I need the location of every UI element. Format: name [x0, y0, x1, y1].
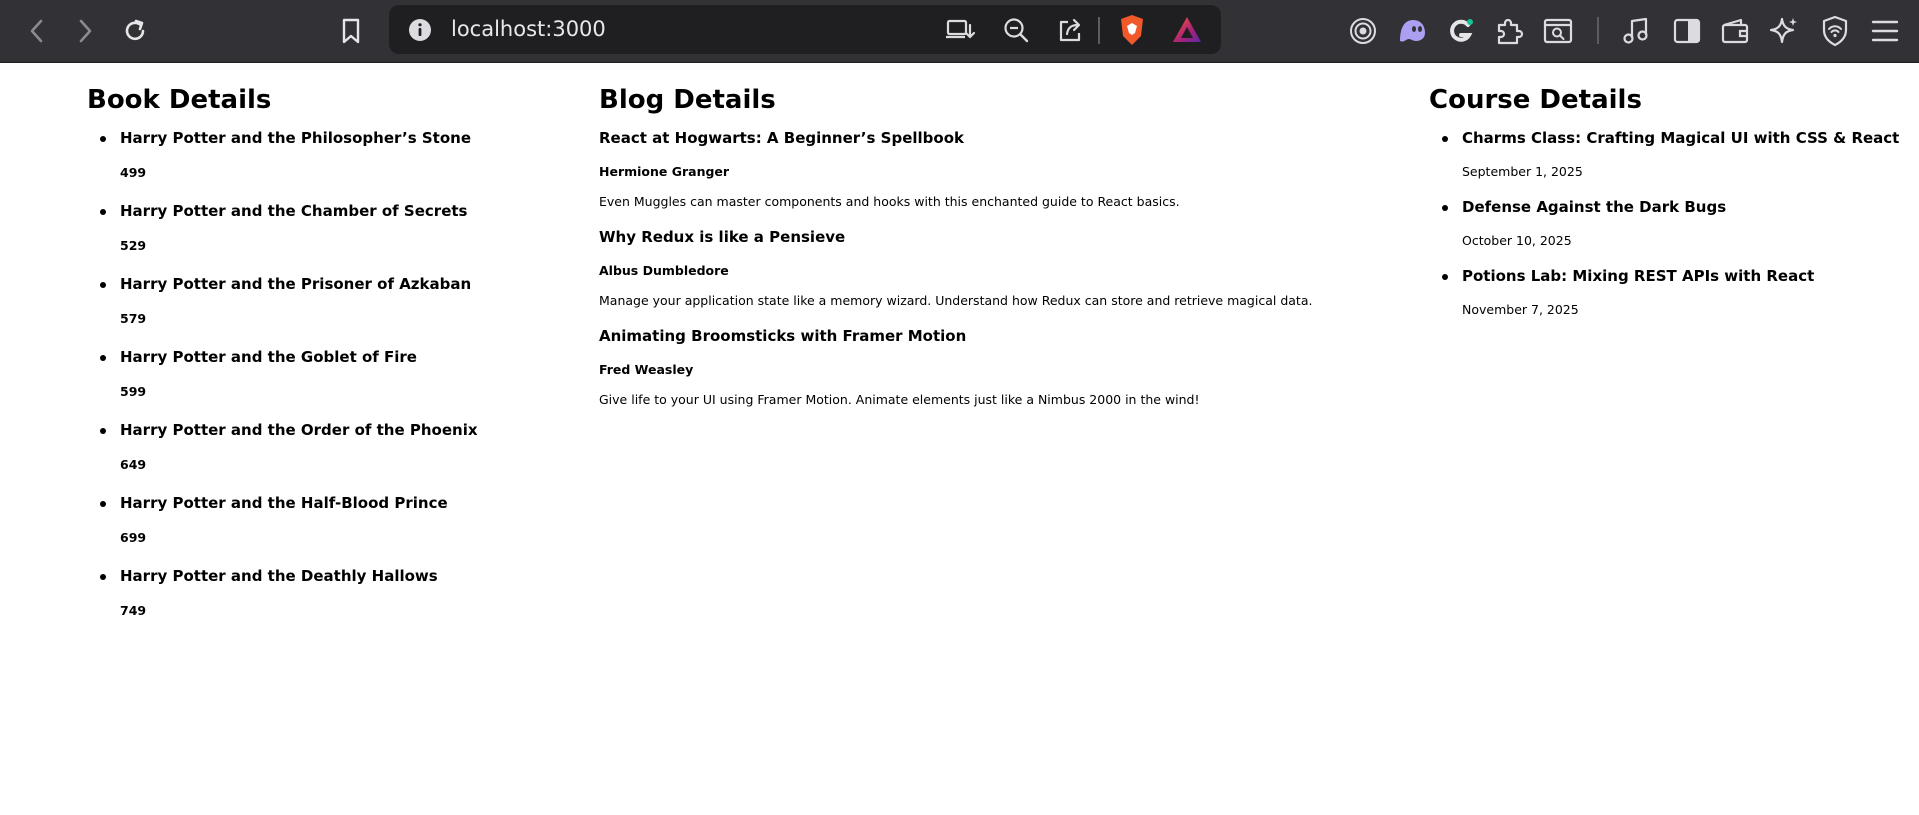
- leo-ai-icon[interactable]: [1765, 12, 1803, 50]
- course-details-heading: Course Details: [1429, 85, 1642, 115]
- zoom-out-icon[interactable]: [999, 13, 1033, 47]
- blog-description: Give life to your UI using Framer Motion…: [599, 392, 1200, 407]
- blog-item: Why Redux is like a Pensieve Albus Dumbl…: [599, 227, 1312, 326]
- course-date: September 1, 2025: [1462, 164, 1583, 179]
- brave-rewards-icon[interactable]: [1170, 13, 1204, 47]
- blog-details-section: Blog Details React at Hogwarts: A Beginn…: [599, 83, 1312, 425]
- bookmark-icon[interactable]: [332, 12, 370, 50]
- book-item: Harry Potter and the Goblet of Fire 599: [87, 347, 478, 420]
- share-icon[interactable]: [1053, 13, 1087, 47]
- course-date: November 7, 2025: [1462, 302, 1579, 317]
- book-price: 579: [120, 311, 147, 326]
- book-price: 529: [120, 238, 147, 253]
- site-info-icon[interactable]: [403, 13, 437, 47]
- course-details-section: Course Details Charms Class: Crafting Ma…: [1429, 83, 1899, 335]
- menu-icon[interactable]: [1866, 12, 1904, 50]
- course-item: Defense Against the Dark Bugs October 10…: [1429, 197, 1899, 266]
- book-title: Harry Potter and the Half-Blood Prince: [120, 494, 448, 512]
- media-music-icon[interactable]: [1617, 12, 1655, 50]
- blog-title: React at Hogwarts: A Beginner’s Spellboo…: [599, 129, 964, 147]
- blog-description: Even Muggles can master components and h…: [599, 194, 1180, 209]
- book-title: Harry Potter and the Chamber of Secrets: [120, 202, 468, 220]
- book-item: Harry Potter and the Half-Blood Prince 6…: [87, 493, 478, 566]
- blog-title: Why Redux is like a Pensieve: [599, 228, 846, 246]
- blog-title: Animating Broomsticks with Framer Motion: [599, 327, 967, 345]
- course-title: Potions Lab: Mixing REST APIs with React: [1462, 267, 1815, 285]
- book-title: Harry Potter and the Order of the Phoeni…: [120, 421, 478, 439]
- book-item: Harry Potter and the Prisoner of Azkaban…: [87, 274, 478, 347]
- book-price: 599: [120, 384, 147, 399]
- course-list: Charms Class: Crafting Magical UI with C…: [1429, 128, 1899, 335]
- blog-item: Animating Broomsticks with Framer Motion…: [599, 326, 1312, 425]
- blog-author: Albus Dumbledore: [599, 263, 729, 278]
- sidebar-icon[interactable]: [1668, 12, 1706, 50]
- blog-list: React at Hogwarts: A Beginner’s Spellboo…: [599, 128, 1312, 425]
- install-app-icon[interactable]: [943, 13, 977, 47]
- tab-search-icon[interactable]: [1539, 12, 1577, 50]
- book-price: 649: [120, 457, 147, 472]
- book-title: Harry Potter and the Goblet of Fire: [120, 348, 417, 366]
- book-price: 749: [120, 603, 147, 618]
- ghost-extension-icon[interactable]: [1393, 12, 1431, 50]
- wallet-icon[interactable]: [1716, 12, 1754, 50]
- book-item: Harry Potter and the Philosopher’s Stone…: [87, 128, 478, 201]
- back-arrow-icon[interactable]: [18, 12, 56, 50]
- forward-arrow-icon[interactable]: [66, 12, 104, 50]
- course-item: Potions Lab: Mixing REST APIs with React…: [1429, 266, 1899, 335]
- book-item: Harry Potter and the Deathly Hallows 749: [87, 566, 478, 639]
- book-price: 699: [120, 530, 147, 545]
- book-title: Harry Potter and the Prisoner of Azkaban: [120, 275, 472, 293]
- blog-author: Hermione Granger: [599, 164, 730, 179]
- book-item: Harry Potter and the Order of the Phoeni…: [87, 420, 478, 493]
- blog-author: Fred Weasley: [599, 362, 694, 377]
- course-title: Defense Against the Dark Bugs: [1462, 198, 1727, 216]
- blog-item: React at Hogwarts: A Beginner’s Spellboo…: [599, 128, 1312, 227]
- book-price: 499: [120, 165, 147, 180]
- browser-toolbar: localhost:3000: [0, 0, 1919, 63]
- book-title: Harry Potter and the Deathly Hallows: [120, 567, 438, 585]
- url-text[interactable]: localhost:3000: [451, 5, 606, 54]
- omnibox-separator: [1098, 17, 1100, 44]
- book-item: Harry Potter and the Chamber of Secrets …: [87, 201, 478, 274]
- vpn-shield-icon[interactable]: [1816, 12, 1854, 50]
- book-list: Harry Potter and the Philosopher’s Stone…: [87, 128, 478, 639]
- course-item: Charms Class: Crafting Magical UI with C…: [1429, 128, 1899, 197]
- book-title: Harry Potter and the Philosopher’s Stone: [120, 129, 471, 147]
- tor-icon[interactable]: [1344, 12, 1382, 50]
- course-date: October 10, 2025: [1462, 233, 1572, 248]
- book-details-section: Book Details Harry Potter and the Philos…: [87, 83, 478, 639]
- book-details-heading: Book Details: [87, 85, 272, 115]
- grammarly-icon[interactable]: [1442, 12, 1480, 50]
- reload-icon[interactable]: [116, 12, 154, 50]
- brave-shields-icon[interactable]: [1115, 13, 1149, 47]
- toolbar-separator: [1597, 17, 1599, 44]
- blog-details-heading: Blog Details: [599, 85, 776, 115]
- address-bar[interactable]: localhost:3000: [389, 5, 1221, 54]
- course-title: Charms Class: Crafting Magical UI with C…: [1462, 129, 1900, 147]
- blog-description: Manage your application state like a mem…: [599, 293, 1313, 308]
- extensions-puzzle-icon[interactable]: [1490, 12, 1528, 50]
